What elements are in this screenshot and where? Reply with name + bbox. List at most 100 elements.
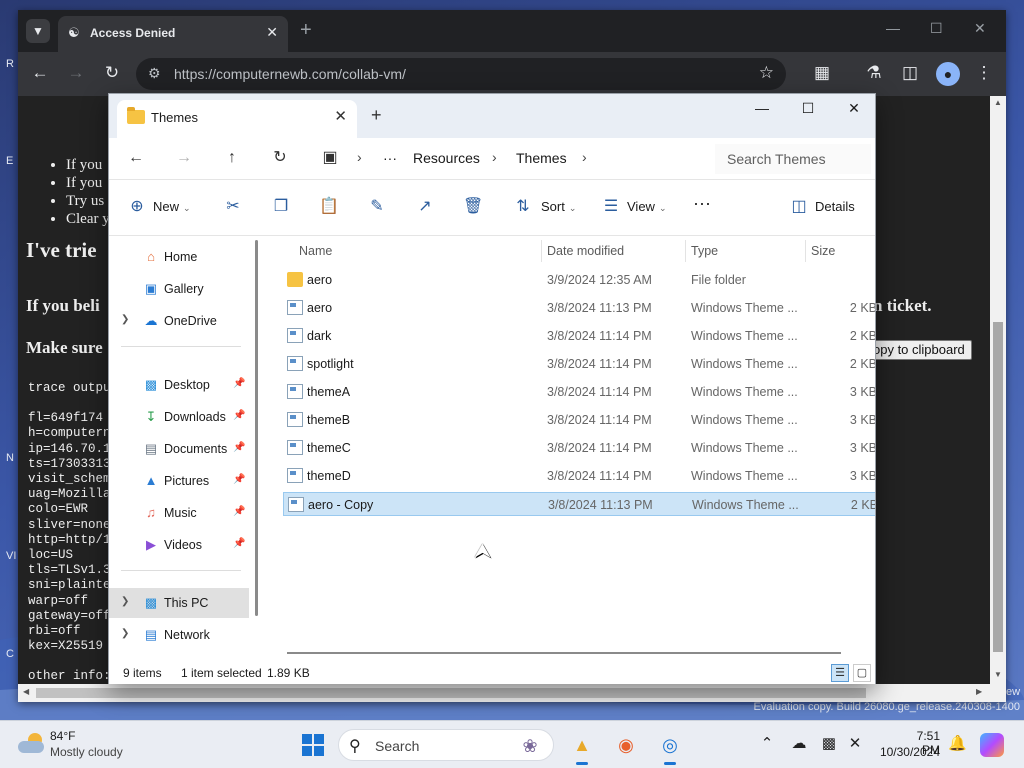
scroll-right-icon[interactable]: ▶ (976, 687, 982, 696)
pin-icon[interactable]: 📌 (233, 378, 245, 389)
scroll-down-icon[interactable]: ▼ (990, 670, 1006, 679)
volume-muted-icon[interactable]: ✕ (846, 735, 864, 753)
sort-icon[interactable]: ⇅ (513, 197, 533, 217)
forward-arrow-icon[interactable]: → (66, 64, 86, 82)
reload-icon[interactable]: ↻ (102, 64, 122, 82)
monitor-icon[interactable]: ▣ (319, 149, 341, 167)
firefox-taskbar-icon[interactable]: ◉ (610, 729, 642, 761)
copy-to-clipboard-button[interactable]: opy to clipboard (862, 340, 972, 360)
column-divider[interactable] (685, 240, 686, 262)
file-list-scrollbar[interactable] (287, 652, 841, 654)
close-window-button[interactable]: ✕ (974, 20, 986, 37)
scroll-left-icon[interactable]: ◀ (23, 687, 29, 696)
sidebar-item-music[interactable]: ♫ Music 📌 (109, 498, 249, 528)
clock-date[interactable]: 10/30/2024 (876, 745, 940, 759)
close-tab-icon[interactable]: ✕ (266, 24, 278, 41)
pin-icon[interactable]: 📌 (233, 538, 245, 549)
column-divider[interactable] (541, 240, 542, 262)
sidebar-item-videos[interactable]: ▶ Videos 📌 (109, 530, 249, 560)
breadcrumb-item[interactable]: Themes (516, 150, 567, 166)
new-tab-button[interactable]: + (371, 106, 382, 124)
display-icon[interactable]: ▩ (820, 735, 838, 753)
taskbar-search-box[interactable]: ⚲ Search ❀ (338, 729, 554, 761)
table-row[interactable]: spotlight 3/8/2024 11:14 PM Windows Theme … (283, 352, 875, 376)
breadcrumb-ellipsis[interactable]: ··· (383, 150, 397, 166)
close-tab-icon[interactable]: ✕ (334, 107, 347, 125)
chrome-taskbar-icon[interactable]: ◎ (654, 729, 686, 765)
page-horizontal-scrollbar[interactable]: ◀ ▶ (18, 684, 1006, 702)
address-bar[interactable]: ⚙ https://computernewb.com/collab-vm/ ☆ (136, 58, 786, 90)
back-arrow-icon[interactable]: ← (30, 64, 50, 82)
minimize-button[interactable]: — (886, 20, 900, 36)
sort-button[interactable]: Sort ⌄ (541, 198, 576, 217)
browser-tab[interactable]: ☯ Access Denied ✕ (58, 16, 288, 52)
sidebar-item-network[interactable]: ❯ ▤ Network (109, 620, 249, 650)
bookmark-star-icon[interactable]: ☆ (759, 63, 774, 83)
sidebar-item-onedrive[interactable]: ❯ ☁ OneDrive (109, 306, 249, 336)
pin-icon[interactable]: 📌 (233, 506, 245, 517)
close-window-button[interactable]: ✕ (839, 100, 869, 117)
column-header-date[interactable]: Date modified (547, 244, 624, 258)
table-row[interactable]: dark 3/8/2024 11:14 PM Windows Theme ... 2 … (283, 324, 875, 348)
site-info-icon[interactable]: ⚙ (148, 65, 161, 82)
chevron-right-icon[interactable]: ❯ (121, 596, 129, 607)
explorer-tab[interactable]: Themes ✕ (117, 100, 357, 138)
file-explorer-taskbar-icon[interactable]: ▲ (566, 729, 598, 765)
refresh-icon[interactable]: ↻ (269, 149, 291, 167)
up-arrow-icon[interactable]: ↑ (221, 149, 243, 167)
sidebar-item-pictures[interactable]: ▲ Pictures 📌 (109, 466, 249, 496)
sidebar-item-this-pc[interactable]: ❯ ▩ This PC (109, 588, 249, 618)
breadcrumb-item[interactable]: Resources (413, 150, 480, 166)
table-row[interactable]: aero 3/9/2024 12:35 AM File folder (283, 268, 875, 292)
chevron-up-icon[interactable]: ⌃ (758, 735, 776, 753)
table-row[interactable]: themeA 3/8/2024 11:14 PM Windows Theme ...… (283, 380, 875, 404)
forward-arrow-icon[interactable]: → (173, 149, 195, 167)
side-panel-icon[interactable]: ◫ (900, 64, 920, 82)
column-header-name[interactable]: Name (299, 244, 332, 258)
details-button[interactable]: Details (815, 198, 855, 216)
extensions-icon[interactable]: ▦ (812, 64, 832, 82)
tiles-view-icon[interactable]: ▢ (853, 664, 871, 682)
weather-cloudy-icon[interactable] (18, 731, 46, 755)
pin-icon[interactable]: 📌 (233, 442, 245, 453)
view-icon[interactable]: ☰ (601, 197, 621, 217)
page-vertical-scrollbar[interactable]: ▲ ▼ (990, 96, 1006, 684)
table-row[interactable]: themeC 3/8/2024 11:14 PM Windows Theme ...… (283, 436, 875, 460)
column-header-type[interactable]: Type (691, 244, 718, 258)
more-options-icon[interactable]: ··· (693, 194, 711, 212)
details-view-icon[interactable]: ☰ (831, 664, 849, 682)
pin-icon[interactable]: 📌 (233, 410, 245, 421)
rename-icon[interactable]: ✎ (367, 197, 387, 217)
weather-condition[interactable]: Mostly cloudy (50, 745, 123, 759)
sidebar-item-gallery[interactable]: ▣ Gallery (109, 274, 249, 304)
maximize-button[interactable]: ☐ (930, 20, 943, 37)
pin-icon[interactable]: 📌 (233, 474, 245, 485)
details-pane-icon[interactable]: ◫ (789, 197, 809, 217)
network-offline-icon[interactable]: ☁ (790, 735, 808, 753)
weather-temperature[interactable]: 84°F (50, 729, 75, 743)
new-tab-button[interactable]: + (300, 20, 312, 40)
column-header-size[interactable]: Size (811, 244, 835, 258)
maximize-button[interactable]: ☐ (793, 100, 823, 117)
table-row[interactable]: aero 3/8/2024 11:13 PM Windows Theme ... 2 … (283, 296, 875, 320)
tab-search-button[interactable]: ▼ (26, 19, 50, 43)
table-row[interactable]: themeB 3/8/2024 11:14 PM Windows Theme ...… (283, 408, 875, 432)
column-divider[interactable] (805, 240, 806, 262)
new-plus-icon[interactable]: ⊕ (127, 197, 147, 217)
sidebar-item-downloads[interactable]: ↧ Downloads 📌 (109, 402, 249, 432)
chevron-right-icon[interactable]: ❯ (121, 314, 129, 325)
menu-kebab-icon[interactable]: ⋮ (974, 64, 994, 82)
delete-icon[interactable]: 🗑 (463, 197, 483, 217)
copy-icon[interactable]: ❐ (271, 197, 291, 217)
chevron-right-icon[interactable]: ❯ (121, 628, 129, 639)
new-button[interactable]: New ⌄ (153, 198, 191, 217)
sidebar-item-documents[interactable]: ▤ Documents 📌 (109, 434, 249, 464)
profile-avatar[interactable]: ● (936, 62, 960, 86)
sidebar-item-desktop[interactable]: ▩ Desktop 📌 (109, 370, 249, 400)
table-row[interactable]: aero - Copy 3/8/2024 11:13 PM Windows Them… (283, 492, 875, 516)
navigation-pane-scrollbar[interactable] (255, 240, 258, 616)
scrollbar-thumb[interactable] (993, 322, 1003, 652)
table-row[interactable]: themeD 3/8/2024 11:14 PM Windows Theme ...… (283, 464, 875, 488)
sidebar-item-home[interactable]: ⌂ Home (109, 242, 249, 272)
start-windows-icon[interactable] (302, 734, 324, 756)
